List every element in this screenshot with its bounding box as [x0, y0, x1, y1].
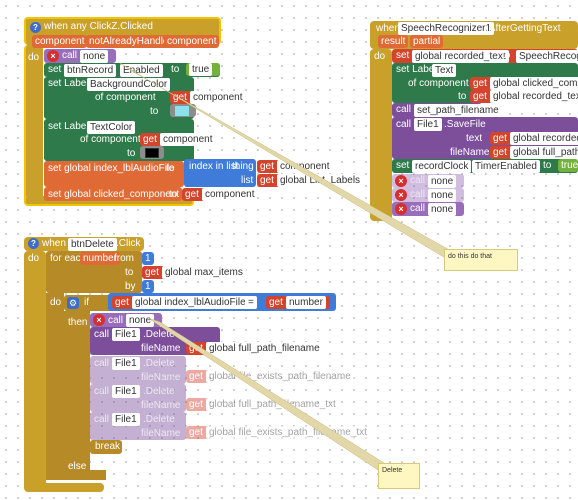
comment-do-this[interactable]: do this do that [444, 249, 518, 271]
comment-text-2: Delete [382, 467, 403, 474]
comment-connector-1 [119, 62, 461, 263]
comment-connector-2 [147, 317, 393, 475]
comment-delete[interactable]: Delete [378, 463, 420, 489]
comment-text-1: do this do that [448, 253, 492, 260]
